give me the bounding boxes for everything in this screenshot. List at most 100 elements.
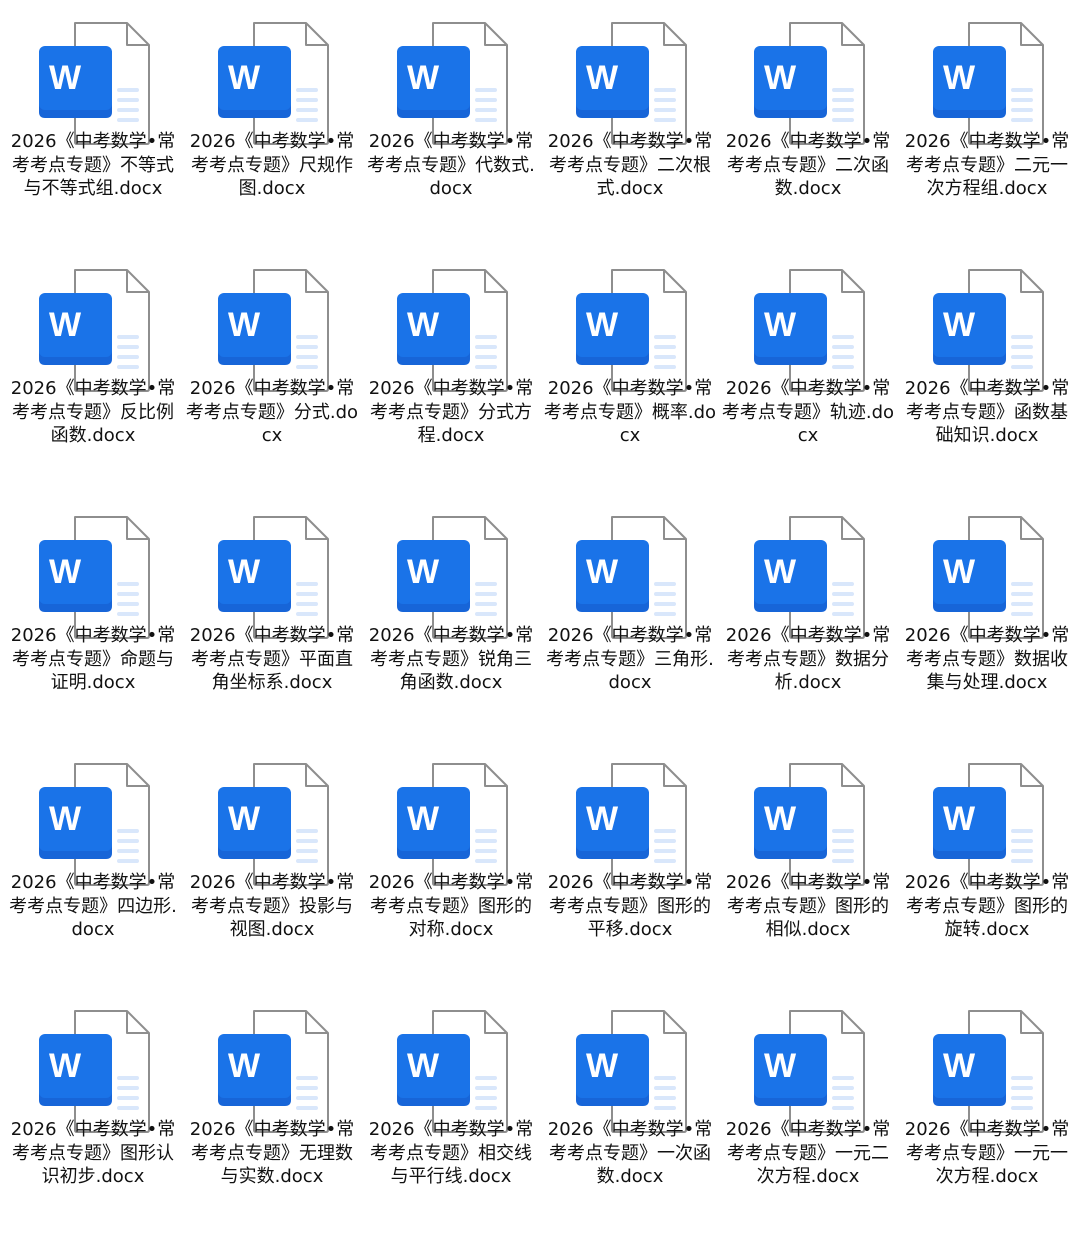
file-item[interactable]: W 2026《中考数学•常考考点专题》尺规作图.docx (183, 0, 361, 240)
word-document-icon: W (397, 1008, 509, 1134)
file-name-label: 2026《中考数学•常考考点专题》图形认识初步.docx (10, 1119, 176, 1188)
file-item[interactable]: W 2026《中考数学•常考考点专题》投影与视图.docx (183, 741, 361, 981)
file-name-label: 2026《中考数学•常考考点专题》数据收集与处理.docx (904, 625, 1070, 694)
word-icon-letter: W (49, 800, 82, 838)
word-icon-letter: W (586, 553, 619, 591)
file-item[interactable]: W 2026《中考数学•常考考点专题》函数基础知识.docx (898, 247, 1076, 487)
file-name-label: 2026《中考数学•常考考点专题》四边形.docx (9, 872, 177, 941)
file-grid: W 2026《中考数学•常考考点专题》不等式与不等式组.docx W 2026《中考数… (0, 0, 1080, 1244)
file-name-label: 2026《中考数学•常考考点专题》图形的对称.docx (368, 872, 534, 941)
file-item[interactable]: W 2026《中考数学•常考考点专题》二元一次方程组.docx (898, 0, 1076, 240)
file-item[interactable]: W 2026《中考数学•常考考点专题》分式.docx (183, 247, 361, 487)
file-name-label: 2026《中考数学•常考考点专题》锐角三角函数.docx (368, 625, 534, 694)
file-item[interactable]: W 2026《中考数学•常考考点专题》数据分析.docx (719, 494, 897, 734)
word-document-icon: W (754, 20, 866, 146)
file-name-label: 2026《中考数学•常考考点专题》二元一次方程组.docx (904, 131, 1070, 200)
word-document-icon: W (39, 20, 151, 146)
file-item[interactable]: W 2026《中考数学•常考考点专题》平面直角坐标系.docx (183, 494, 361, 734)
word-document-icon: W (397, 267, 509, 393)
file-item[interactable]: W 2026《中考数学•常考考点专题》图形认识初步.docx (4, 988, 182, 1228)
file-name-label: 2026《中考数学•常考考点专题》函数基础知识.docx (904, 378, 1070, 447)
word-icon-letter: W (228, 306, 261, 344)
word-document-icon: W (576, 761, 688, 887)
file-item[interactable]: W 2026《中考数学•常考考点专题》二次函数.docx (719, 0, 897, 240)
file-item[interactable]: W 2026《中考数学•常考考点专题》图形的相似.docx (719, 741, 897, 981)
word-icon-letter: W (407, 800, 440, 838)
word-document-icon: W (576, 267, 688, 393)
file-name-label: 2026《中考数学•常考考点专题》三角形.docx (546, 625, 714, 694)
file-name-label: 2026《中考数学•常考考点专题》反比例函数.docx (10, 378, 176, 447)
file-name-label: 2026《中考数学•常考考点专题》图形的相似.docx (725, 872, 891, 941)
word-document-icon: W (576, 20, 688, 146)
file-name-label: 2026《中考数学•常考考点专题》无理数与实数.docx (189, 1119, 355, 1188)
word-document-icon: W (933, 267, 1045, 393)
word-document-icon: W (218, 20, 330, 146)
file-item[interactable]: W 2026《中考数学•常考考点专题》二次根式.docx (541, 0, 719, 240)
file-item[interactable]: W 2026《中考数学•常考考点专题》概率.docx (541, 247, 719, 487)
word-icon-letter: W (943, 553, 976, 591)
file-name-label: 2026《中考数学•常考考点专题》投影与视图.docx (189, 872, 355, 941)
file-item[interactable]: W 2026《中考数学•常考考点专题》命题与证明.docx (4, 494, 182, 734)
file-item[interactable]: W 2026《中考数学•常考考点专题》相交线与平行线.docx (362, 988, 540, 1228)
file-item[interactable]: W 2026《中考数学•常考考点专题》三角形.docx (541, 494, 719, 734)
word-icon-letter: W (764, 1047, 797, 1085)
word-document-icon: W (933, 514, 1045, 640)
word-icon-letter: W (943, 1047, 976, 1085)
file-item[interactable]: W 2026《中考数学•常考考点专题》图形的对称.docx (362, 741, 540, 981)
file-item[interactable]: W 2026《中考数学•常考考点专题》四边形.docx (4, 741, 182, 981)
file-name-label: 2026《中考数学•常考考点专题》图形的旋转.docx (904, 872, 1070, 941)
file-item[interactable]: W 2026《中考数学•常考考点专题》数据收集与处理.docx (898, 494, 1076, 734)
file-item[interactable]: W 2026《中考数学•常考考点专题》无理数与实数.docx (183, 988, 361, 1228)
file-item[interactable]: W 2026《中考数学•常考考点专题》轨迹.docx (719, 247, 897, 487)
file-item[interactable]: W 2026《中考数学•常考考点专题》一元一次方程.docx (898, 988, 1076, 1228)
word-document-icon: W (397, 514, 509, 640)
word-icon-letter: W (49, 306, 82, 344)
word-document-icon: W (754, 1008, 866, 1134)
file-item[interactable]: W 2026《中考数学•常考考点专题》锐角三角函数.docx (362, 494, 540, 734)
file-item[interactable]: W 2026《中考数学•常考考点专题》一次函数.docx (541, 988, 719, 1228)
file-item[interactable]: W 2026《中考数学•常考考点专题》不等式与不等式组.docx (4, 0, 182, 240)
file-item[interactable]: W 2026《中考数学•常考考点专题》分式方程.docx (362, 247, 540, 487)
word-document-icon: W (39, 267, 151, 393)
word-document-icon: W (576, 514, 688, 640)
file-item[interactable]: W 2026《中考数学•常考考点专题》图形的平移.docx (541, 741, 719, 981)
word-document-icon: W (218, 1008, 330, 1134)
word-document-icon: W (397, 761, 509, 887)
file-item[interactable]: W 2026《中考数学•常考考点专题》图形的旋转.docx (898, 741, 1076, 981)
word-document-icon: W (933, 20, 1045, 146)
word-icon-letter: W (764, 553, 797, 591)
file-name-label: 2026《中考数学•常考考点专题》一元一次方程.docx (904, 1119, 1070, 1188)
word-icon-letter: W (49, 1047, 82, 1085)
word-document-icon: W (754, 267, 866, 393)
word-document-icon: W (933, 761, 1045, 887)
word-icon-letter: W (586, 306, 619, 344)
word-icon-letter: W (586, 800, 619, 838)
file-name-label: 2026《中考数学•常考考点专题》一次函数.docx (547, 1119, 713, 1188)
word-document-icon: W (933, 1008, 1045, 1134)
word-document-icon: W (39, 1008, 151, 1134)
file-name-label: 2026《中考数学•常考考点专题》二次根式.docx (547, 131, 713, 200)
file-name-label: 2026《中考数学•常考考点专题》轨迹.docx (721, 378, 895, 447)
word-icon-letter: W (586, 1047, 619, 1085)
word-icon-letter: W (764, 800, 797, 838)
word-icon-letter: W (943, 306, 976, 344)
word-document-icon: W (397, 20, 509, 146)
word-document-icon: W (218, 267, 330, 393)
file-name-label: 2026《中考数学•常考考点专题》分式.docx (185, 378, 359, 447)
file-name-label: 2026《中考数学•常考考点专题》不等式与不等式组.docx (10, 131, 176, 200)
file-item[interactable]: W 2026《中考数学•常考考点专题》反比例函数.docx (4, 247, 182, 487)
file-name-label: 2026《中考数学•常考考点专题》相交线与平行线.docx (368, 1119, 534, 1188)
word-icon-letter: W (764, 306, 797, 344)
file-name-label: 2026《中考数学•常考考点专题》一元二次方程.docx (725, 1119, 891, 1188)
word-icon-letter: W (228, 553, 261, 591)
word-document-icon: W (754, 514, 866, 640)
word-icon-letter: W (407, 553, 440, 591)
file-item[interactable]: W 2026《中考数学•常考考点专题》一元二次方程.docx (719, 988, 897, 1228)
word-icon-letter: W (586, 59, 619, 97)
file-name-label: 2026《中考数学•常考考点专题》平面直角坐标系.docx (189, 625, 355, 694)
word-document-icon: W (576, 1008, 688, 1134)
file-name-label: 2026《中考数学•常考考点专题》分式方程.docx (368, 378, 534, 447)
word-icon-letter: W (49, 553, 82, 591)
word-icon-letter: W (764, 59, 797, 97)
file-item[interactable]: W 2026《中考数学•常考考点专题》代数式.docx (362, 0, 540, 240)
